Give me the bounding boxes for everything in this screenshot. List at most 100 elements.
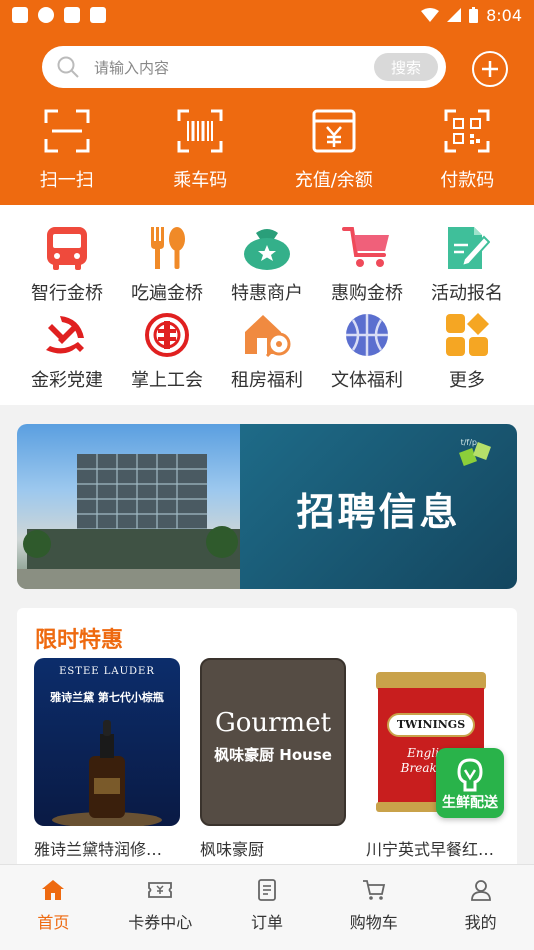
coupon-icon [148,882,173,898]
star-bag-icon [244,229,290,270]
signal-icon [447,8,462,22]
service-rental[interactable]: 租房福利 [217,310,317,392]
search-button[interactable]: 搜索 [374,53,438,81]
logo-icon [459,442,491,466]
product-card[interactable]: ESTEE LAUDER 雅诗兰黛 第七代小棕瓶 雅诗兰黛特润修… [34,658,182,860]
service-smart-travel[interactable]: 智行金桥 [17,223,117,305]
quick-action-label: 充值/余额 [294,170,373,191]
building-illustration [17,454,240,589]
service-merchants[interactable]: 特惠商户 [217,223,317,305]
tab-home[interactable]: 首页 [0,865,107,950]
product-name: 枫味豪厨 [200,840,265,859]
edit-document-icon [448,227,490,269]
shopping-cart-icon [342,227,389,267]
product-card[interactable]: Gourmet 枫味豪厨 House 枫味豪厨 [200,658,348,860]
yuan-wallet-icon [312,109,356,153]
sync-notification-icon [38,7,54,23]
barcode-icon [177,109,223,153]
scan-icon [44,109,90,153]
product-image-brand: ESTEE LAUDER [59,666,155,677]
bus-icon [47,227,87,270]
service-label: 活动报名 [431,283,503,304]
search-icon [57,56,79,78]
header: 请输入内容 搜索 扫一扫 乘车码 充值/余额 付款码 [0,30,534,205]
union-emblem-icon [145,313,189,357]
tab-label: 首页 [37,913,70,932]
product-image-brand: Gourmet [214,708,332,738]
deals-title: 限时特惠 [35,628,124,653]
battery-icon [469,7,479,23]
service-label: 掌上工会 [131,370,203,391]
party-emblem-icon [46,316,84,354]
more-grid-icon [446,313,489,356]
service-more[interactable]: 更多 [417,310,517,392]
building-photo [17,424,240,589]
add-button[interactable] [472,51,508,87]
clock: 8:04 [486,5,522,25]
home-icon [42,880,65,900]
user-icon [470,880,491,901]
text-notification-icon [90,7,106,23]
quick-action-scan[interactable]: 扫一扫 [0,106,134,192]
quick-action-recharge[interactable]: 充值/余额 [267,106,401,192]
search-bar[interactable]: 请输入内容 搜索 [42,46,446,88]
fresh-delivery-label: 生鲜配送 [442,795,498,811]
service-events[interactable]: 活动报名 [417,223,517,305]
quick-action-label: 扫一扫 [39,170,94,191]
qr-code-icon [444,109,490,153]
tab-label: 我的 [464,913,497,932]
tab-coupons[interactable]: 卡券中心 [107,865,214,950]
banner-title: 招聘信息 [296,490,461,534]
cart-icon [362,880,385,900]
basketball-icon [346,314,388,356]
product-name: 川宁英式早餐红… [366,840,495,859]
product-image-title: 雅诗兰黛 第七代小棕瓶 [50,691,164,704]
wifi-icon [421,8,440,22]
service-label: 智行金桥 [31,283,103,304]
plus-icon [482,61,498,77]
service-label: 更多 [449,370,485,391]
tab-label: 卡券中心 [128,913,193,932]
quick-action-label: 付款码 [440,170,495,191]
quick-action-label: 乘车码 [173,170,228,191]
app-notification-icon [12,7,28,23]
recruitment-banner[interactable]: t/f/p 招聘信息 [17,424,517,589]
service-shopping[interactable]: 惠购金桥 [317,223,417,305]
quick-actions: 扫一扫 乘车码 充值/余额 付款码 [0,106,534,192]
tab-cart[interactable]: 购物车 [320,865,427,950]
service-label: 惠购金桥 [331,283,403,304]
deals-section: 限时特惠 ESTEE LAUDER 雅诗兰黛 第七代小棕瓶 雅诗兰黛特润修… G… [17,608,517,878]
service-sports[interactable]: 文体福利 [317,310,417,392]
product-image: Gourmet 枫味豪厨 House [200,658,346,826]
serum-bottle-image [52,720,162,826]
tab-mine[interactable]: 我的 [427,865,534,950]
service-party-building[interactable]: 金彩党建 [17,310,117,392]
service-label: 吃遍金桥 [131,283,203,304]
product-name: 雅诗兰黛特润修… [34,840,163,859]
fork-spoon-icon [151,227,185,269]
notification-icons [12,7,106,23]
product-image: ESTEE LAUDER 雅诗兰黛 第七代小棕瓶 [34,658,180,826]
status-bar: 8:04 [0,0,534,30]
tab-label: 订单 [250,913,283,932]
service-label: 文体福利 [331,370,403,391]
tab-label: 购物车 [349,913,398,932]
bottom-tab-bar: 首页 卡券中心 订单 购物车 我的 [0,864,534,950]
house-key-icon [245,315,291,358]
mail-notification-icon [64,7,80,23]
banner-title-area: t/f/p 招聘信息 [240,424,517,589]
quick-action-ride-code[interactable]: 乘车码 [134,106,268,192]
services-grid: 智行金桥 吃遍金桥 特惠商户 惠购金桥 活动报名 金彩党建 掌上工会 租房福利 … [0,205,534,405]
service-label: 特惠商户 [231,283,303,304]
fresh-delivery-button[interactable]: 生鲜配送 [436,748,504,818]
tab-orders[interactable]: 订单 [214,865,321,950]
service-food[interactable]: 吃遍金桥 [117,223,217,305]
service-union[interactable]: 掌上工会 [117,310,217,392]
quick-action-pay-code[interactable]: 付款码 [401,106,534,192]
order-icon [258,879,276,901]
vegetable-icon [457,758,483,792]
search-input[interactable]: 请输入内容 [94,57,374,78]
product-image-title: 枫味豪厨 House [214,746,332,764]
service-label: 租房福利 [231,370,303,391]
service-label: 金彩党建 [31,370,103,391]
